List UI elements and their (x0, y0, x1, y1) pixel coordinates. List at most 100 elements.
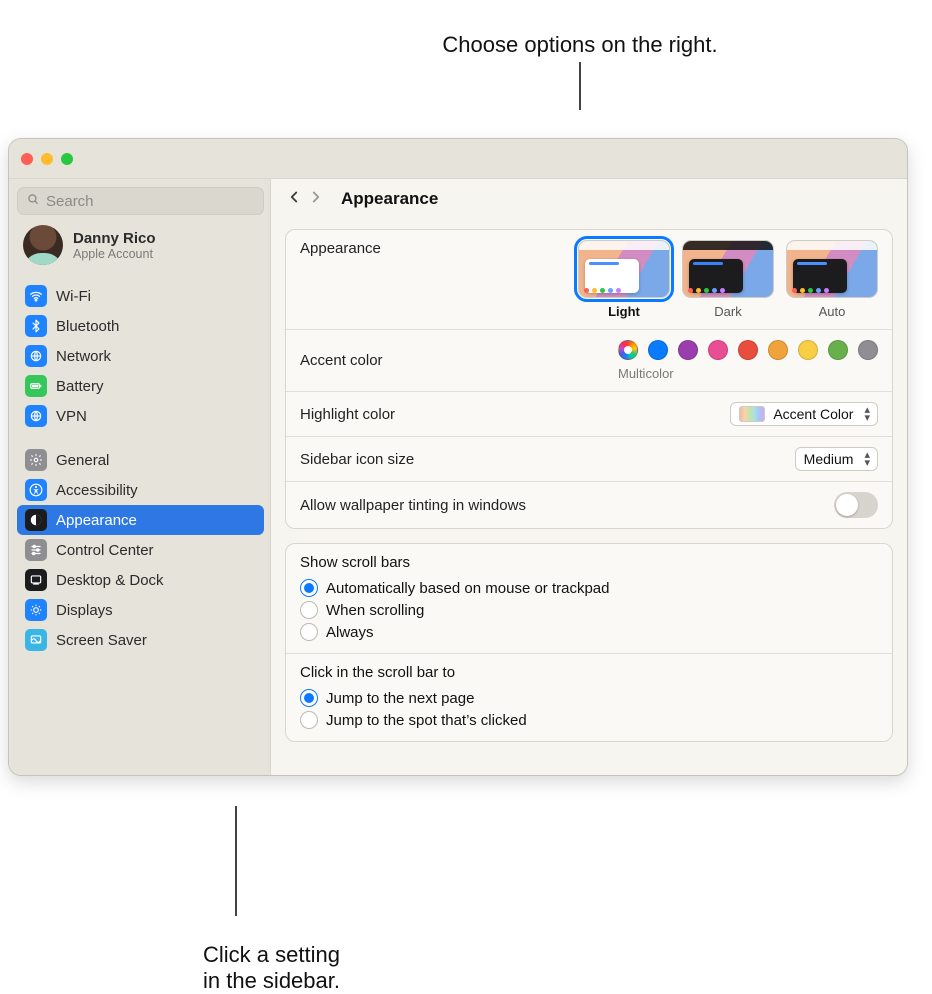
callout-line (235, 806, 237, 916)
sidebar-item-displays[interactable]: Displays (17, 595, 264, 625)
chevron-updown-icon: ▴▾ (861, 451, 873, 467)
scrollbars-option-always[interactable]: Always (300, 621, 878, 643)
scrollclick-heading: Click in the scroll bar to (300, 664, 878, 681)
main-header: Appearance (271, 179, 907, 219)
account-sub: Apple Account (73, 247, 156, 261)
scrollbars-option-scrolling[interactable]: When scrolling (300, 599, 878, 621)
accent-swatch-yellow[interactable] (798, 340, 818, 360)
sidebar-item-desktop-dock[interactable]: Desktop & Dock (17, 565, 264, 595)
accent-swatch-pink[interactable] (708, 340, 728, 360)
appearance-option-label: Light (578, 304, 670, 319)
callout-top-text: Choose options on the right. (442, 32, 717, 57)
callout-top: Choose options on the right. (420, 6, 740, 136)
scrollbars-heading: Show scroll bars (300, 554, 878, 571)
system-settings-window: Search Danny Rico Apple Account Wi-Fi Blu… (8, 138, 908, 776)
radio-label: When scrolling (326, 602, 424, 619)
accent-caption: Multicolor (618, 366, 674, 381)
search-placeholder: Search (46, 193, 94, 210)
radio-label: Jump to the spot that’s clicked (326, 712, 527, 729)
appearance-option-auto[interactable]: Auto (786, 240, 878, 319)
sidebar-item-accessibility[interactable]: Accessibility (17, 475, 264, 505)
minimize-button[interactable] (41, 153, 53, 165)
radio-label: Jump to the next page (326, 690, 474, 707)
sidebar-item-label: Battery (56, 378, 104, 395)
callout-line (579, 62, 581, 110)
sidebar-item-label: Desktop & Dock (56, 572, 164, 589)
account-name: Danny Rico (73, 230, 156, 247)
titlebar (9, 139, 907, 179)
nav-back-button[interactable] (285, 188, 303, 210)
gear-icon (25, 449, 47, 471)
accent-swatch-green[interactable] (828, 340, 848, 360)
page-title: Appearance (341, 189, 438, 209)
radio-label: Always (326, 624, 374, 641)
scrollbars-option-auto[interactable]: Automatically based on mouse or trackpad (300, 577, 878, 599)
radio-icon (300, 711, 318, 729)
tinting-toggle[interactable] (834, 492, 878, 518)
appearance-option-dark[interactable]: Dark (682, 240, 774, 319)
scrollclick-option-spot[interactable]: Jump to the spot that’s clicked (300, 709, 878, 731)
accent-swatch-orange[interactable] (768, 340, 788, 360)
nav-forward-button[interactable] (307, 188, 325, 210)
sidebar-item-label: VPN (56, 408, 87, 425)
search-icon (26, 192, 40, 210)
wifi-icon (25, 285, 47, 307)
sidebar-item-general[interactable]: General (17, 445, 264, 475)
sidebar-item-label: Screen Saver (56, 632, 147, 649)
sidebar-item-label: Wi-Fi (56, 288, 91, 305)
chevron-updown-icon: ▴▾ (861, 406, 873, 422)
fullscreen-button[interactable] (61, 153, 73, 165)
vpn-icon (25, 405, 47, 427)
sidebar-item-vpn[interactable]: VPN (17, 401, 264, 431)
network-icon (25, 345, 47, 367)
accent-swatch-red[interactable] (738, 340, 758, 360)
accent-swatch-purple[interactable] (678, 340, 698, 360)
sidebar-item-label: Appearance (56, 512, 137, 529)
scrollclick-option-next[interactable]: Jump to the next page (300, 687, 878, 709)
appearance-icon (25, 509, 47, 531)
sidebar-item-bluetooth[interactable]: Bluetooth (17, 311, 264, 341)
highlight-value: Accent Color (773, 406, 853, 422)
search-field[interactable]: Search (17, 187, 264, 215)
sidebar-item-label: General (56, 452, 109, 469)
sidebar-icon-size-popup[interactable]: Medium ▴▾ (795, 447, 878, 471)
sliders-icon (25, 539, 47, 561)
radio-icon (300, 689, 318, 707)
sidebar-item-control-center[interactable]: Control Center (17, 535, 264, 565)
sidebar-item-network[interactable]: Network (17, 341, 264, 371)
radio-icon (300, 579, 318, 597)
sidebar-item-appearance[interactable]: Appearance (17, 505, 264, 535)
sidebar-item-label: Accessibility (56, 482, 138, 499)
radio-icon (300, 601, 318, 619)
bluetooth-icon (25, 315, 47, 337)
sidebar-item-screen-saver[interactable]: Screen Saver (17, 625, 264, 655)
appearance-option-label: Auto (786, 304, 878, 319)
radio-icon (300, 623, 318, 641)
sidebar-item-battery[interactable]: Battery (17, 371, 264, 401)
appearance-card: Appearance LightDarkAuto Accent color Mu… (285, 229, 893, 529)
highlight-popup[interactable]: Accent Color ▴▾ (730, 402, 878, 426)
accent-swatch-graphite[interactable] (858, 340, 878, 360)
battery-icon (25, 375, 47, 397)
highlight-label: Highlight color (300, 406, 395, 423)
sidebar-item-label: Bluetooth (56, 318, 119, 335)
accent-label: Accent color (300, 352, 383, 369)
sidebar: Search Danny Rico Apple Account Wi-Fi Blu… (9, 179, 271, 775)
sidebar-item-wifi[interactable]: Wi-Fi (17, 281, 264, 311)
sidebar-icon-size-value: Medium (804, 451, 854, 467)
account-row[interactable]: Danny Rico Apple Account (17, 215, 264, 275)
appearance-option-light[interactable]: Light (578, 240, 670, 319)
accent-swatch-blue[interactable] (648, 340, 668, 360)
sidebar-item-label: Network (56, 348, 111, 365)
sidebar-item-label: Control Center (56, 542, 154, 559)
accent-swatch-multicolor[interactable] (618, 340, 638, 360)
sidebar-icon-size-label: Sidebar icon size (300, 451, 414, 468)
tinting-label: Allow wallpaper tinting in windows (300, 497, 526, 514)
callout-bottom-text: Click a setting in the sidebar. (203, 942, 340, 993)
callout-bottom: Click a setting in the sidebar. (203, 780, 932, 994)
display-icon (25, 599, 47, 621)
dock-icon (25, 569, 47, 591)
close-button[interactable] (21, 153, 33, 165)
screensaver-icon (25, 629, 47, 651)
main-pane: Appearance Appearance LightDarkAuto Acce… (271, 179, 907, 775)
